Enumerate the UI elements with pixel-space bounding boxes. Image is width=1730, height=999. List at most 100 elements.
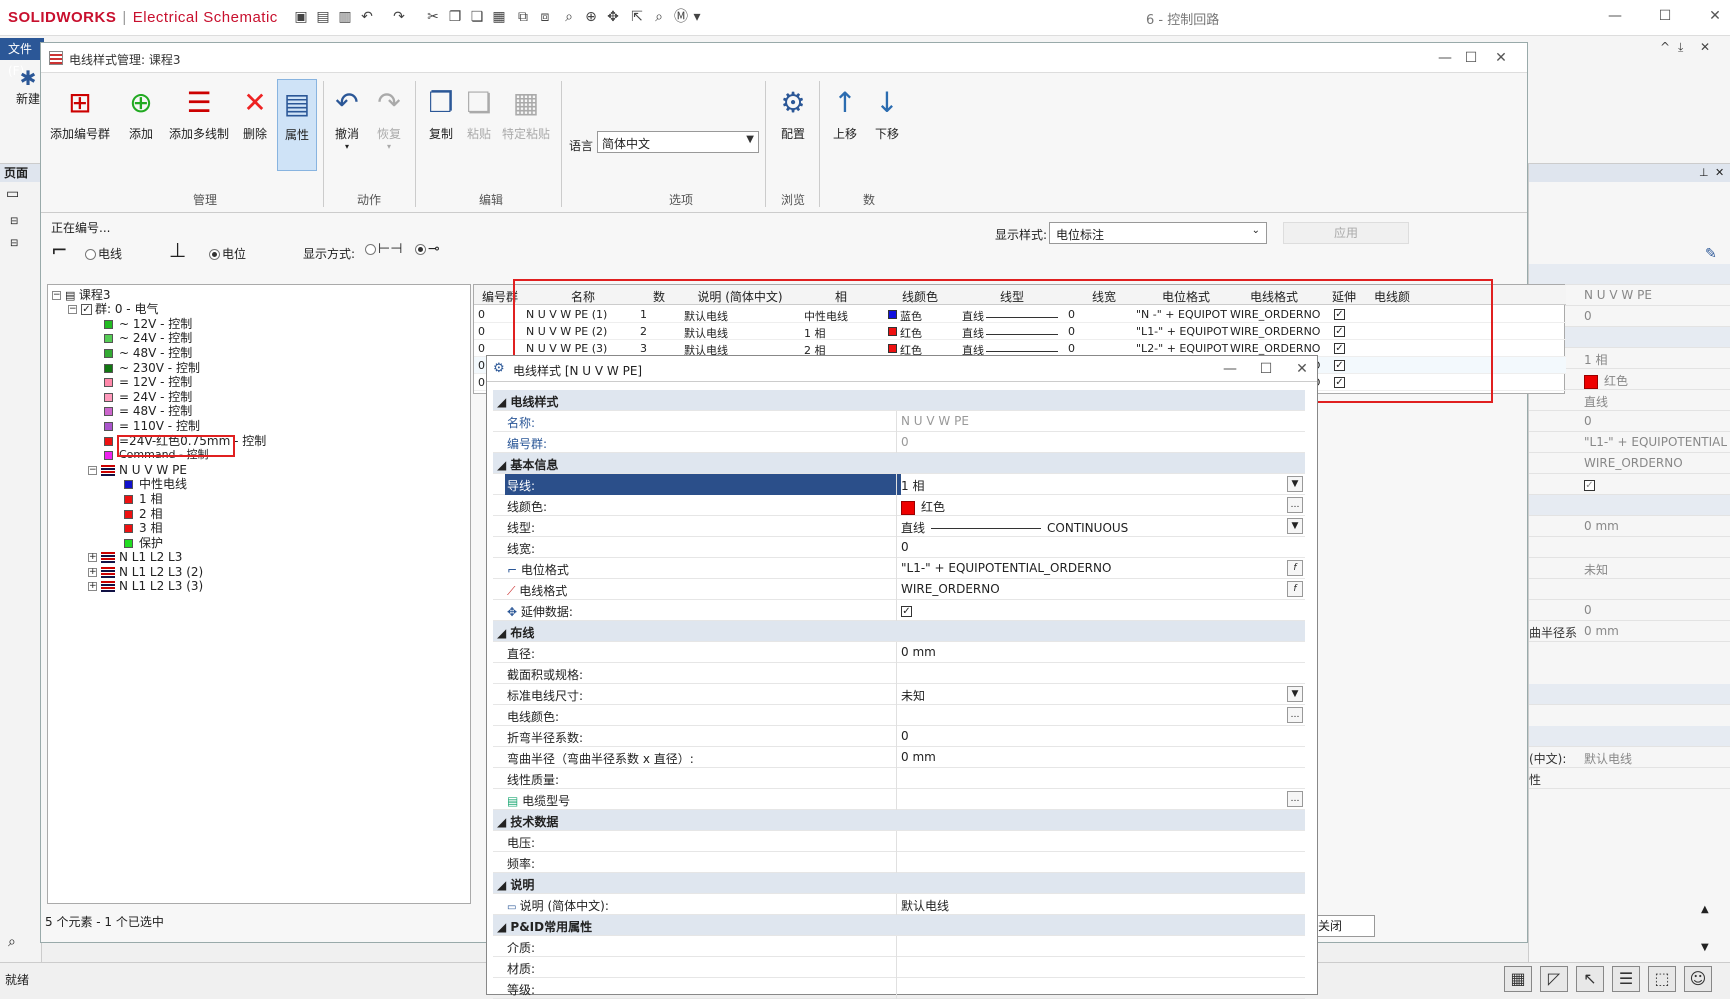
add-button[interactable]: ⊕ 添加	[119, 79, 163, 171]
diameter-row[interactable]: 直径: 0 mm	[493, 642, 1305, 663]
duplicate-icon[interactable]: ⧈	[536, 8, 554, 26]
cable-color-row[interactable]: 电线颜色:…	[493, 705, 1305, 726]
more-icon[interactable]: …	[1287, 707, 1303, 723]
wire-radio[interactable]: 电线	[85, 245, 122, 262]
add-multiwire-button[interactable]: ☰ 添加多线制	[165, 79, 233, 171]
potential-radio[interactable]: 电位	[209, 245, 246, 262]
chevron-down-icon[interactable]: ▼	[1287, 476, 1303, 492]
configure-button[interactable]: ⚙ 配置	[773, 79, 813, 171]
section-routing[interactable]: ◢ 布线	[493, 621, 1305, 642]
pan-icon[interactable]: ✥	[604, 8, 622, 26]
redo-button[interactable]: ↷ 恢复 ▾	[369, 79, 409, 171]
grid-icon[interactable]: ▦	[1504, 966, 1532, 992]
apply-button[interactable]: 应用	[1283, 222, 1409, 244]
undo-button[interactable]: ↶ 撤消 ▾	[327, 79, 367, 171]
redo-icon[interactable]: ↷	[390, 8, 408, 26]
pin-icon[interactable]: ⊥	[1699, 166, 1709, 179]
scroll-up-icon[interactable]: ▲	[1701, 904, 1709, 915]
section-size-row[interactable]: 截面积或规格:	[493, 663, 1305, 684]
description-row[interactable]: ▭ 说明 (简体中文): 默认电线	[493, 894, 1305, 915]
dialog-close-icon[interactable]: ✕	[1487, 48, 1515, 68]
user-icon[interactable]: ☺	[1684, 966, 1712, 992]
tree-expand-icon[interactable]: ⊟	[10, 216, 18, 227]
tree-child[interactable]: 3 相	[124, 520, 162, 536]
snap-icon[interactable]: ↖	[1576, 966, 1604, 992]
display-mode-radio-1[interactable]: ⊢⊣	[365, 241, 402, 257]
dialog-minimize-icon[interactable]: —	[1431, 48, 1459, 68]
zoom-icon[interactable]: ⌕	[560, 8, 578, 26]
grade-row[interactable]: 等级:	[493, 978, 1305, 999]
material-row[interactable]: 材质:	[493, 957, 1305, 978]
tree-group[interactable]: − ✓ 群: 0 - 电气	[68, 301, 158, 317]
standard-size-row[interactable]: 标准电线尺寸: 未知 ▼	[493, 684, 1305, 705]
more-icon[interactable]: …	[1287, 791, 1303, 807]
search-icon[interactable]: ⌕	[650, 8, 668, 26]
page-icon[interactable]: ▭	[6, 186, 19, 202]
copy-format-icon[interactable]: ⧉	[514, 8, 532, 26]
chevron-down-icon[interactable]: ▼	[1287, 518, 1303, 534]
frequency-row[interactable]: 频率:	[493, 852, 1305, 873]
tree-child[interactable]: 中性电线	[124, 476, 187, 492]
linear-mass-row[interactable]: 线性质量:	[493, 768, 1305, 789]
tree-expand-icon-2[interactable]: ⊟	[10, 238, 18, 249]
tree-item[interactable]: ~ 48V - 控制	[104, 345, 192, 361]
more-icon[interactable]: …	[1287, 497, 1303, 513]
tree-multiwire[interactable]: + N L1 L2 L3 (3)	[88, 578, 203, 594]
cable-model-row[interactable]: ▤ 电缆型号…	[493, 789, 1305, 810]
language-select[interactable]: 简体中文 ▼	[597, 131, 759, 153]
ribbon-collapse-icon[interactable]: ^	[1660, 40, 1670, 54]
section-wire-style[interactable]: ◢ 电线样式	[493, 390, 1305, 411]
tree-item[interactable]: = 48V - 控制	[104, 403, 192, 419]
line-width-row[interactable]: 线宽: 0	[493, 537, 1305, 558]
orthogonal-icon[interactable]: ◸	[1540, 966, 1568, 992]
edit-icon[interactable]: ✎	[1705, 246, 1717, 262]
maximize-icon[interactable]: ☐	[1253, 359, 1279, 379]
display-style-select[interactable]: 电位标注 ⌄	[1049, 222, 1267, 244]
display-mode-radio-2[interactable]: ⊸	[415, 241, 440, 257]
minimize-icon[interactable]: —	[1217, 359, 1243, 379]
chevron-down-icon[interactable]: ▼	[1287, 686, 1303, 702]
zoom-window-icon[interactable]: ⊕	[582, 8, 600, 26]
potential-format-row[interactable]: ⌐ 电位格式 "L1-" + EQUIPOTENTIAL_ORDERNO f	[493, 558, 1305, 579]
bend-factor-row[interactable]: 折弯半径系数: 0	[493, 726, 1305, 747]
paste-special-icon[interactable]: ▦	[490, 8, 508, 26]
medium-row[interactable]: 介质:	[493, 936, 1305, 957]
tree-child[interactable]: 1 相	[124, 491, 162, 507]
tree-multiwire[interactable]: + N L1 L2 L3	[88, 549, 182, 565]
scroll-down-icon[interactable]: ▼	[1701, 942, 1709, 953]
undo-icon[interactable]: ↶	[358, 8, 376, 26]
save-icon[interactable]: ▤	[314, 8, 332, 26]
copy-icon[interactable]: ❐	[446, 8, 464, 26]
copy-button[interactable]: ❐ 复制	[421, 79, 461, 171]
close-icon[interactable]: ✕	[1289, 359, 1315, 379]
paste-icon[interactable]: ❏	[468, 8, 486, 26]
selection-icon[interactable]: ⬚	[1648, 966, 1676, 992]
wire-format-row[interactable]: ⟋ 电线格式 WIRE_ORDERNO f	[493, 579, 1305, 600]
close-icon[interactable]: ✕	[1700, 6, 1730, 26]
dialog-maximize-icon[interactable]: ☐	[1457, 48, 1485, 68]
wire-color-row[interactable]: 线颜色: 红色…	[493, 495, 1305, 516]
lineweight-icon[interactable]: ☰	[1612, 966, 1640, 992]
select-icon[interactable]: ⇱	[628, 8, 646, 26]
formula-icon[interactable]: f	[1287, 560, 1303, 576]
voltage-row[interactable]: 电压:	[493, 831, 1305, 852]
minimize-icon[interactable]: —	[1600, 6, 1630, 26]
tree-item[interactable]: = 12V - 控制	[104, 374, 192, 390]
ribbon-close-icon[interactable]: ✕	[1700, 40, 1710, 54]
delete-button[interactable]: ✕ 删除	[235, 79, 275, 171]
ribbon-pin-icon[interactable]: ⤓	[1678, 40, 1683, 55]
add-numbering-group-button[interactable]: ⊞ 添加编号群	[45, 79, 115, 171]
extension-checkbox[interactable]: ✓	[901, 606, 912, 617]
maximize-icon[interactable]: ☐	[1650, 6, 1680, 26]
section-tech-data[interactable]: ◢ 技术数据	[493, 810, 1305, 831]
paste-button[interactable]: ❏ 粘贴	[461, 79, 497, 171]
chevron-down-icon[interactable]: ▾	[688, 8, 706, 26]
cut-icon[interactable]: ✂	[424, 8, 442, 26]
properties-button[interactable]: ▤ 属性	[277, 79, 317, 171]
extension-row[interactable]: ✥ 延伸数据: ✓	[493, 600, 1305, 621]
bend-radius-row[interactable]: 弯曲半径（弯曲半径系数 x 直径）: 0 mm	[493, 747, 1305, 768]
paste-special-button[interactable]: ▦ 特定粘贴	[497, 79, 555, 171]
move-down-button[interactable]: ↓ 下移	[867, 79, 907, 171]
tree-item[interactable]: = 110V - 控制	[104, 418, 200, 434]
close-icon[interactable]: ✕	[1715, 166, 1724, 179]
